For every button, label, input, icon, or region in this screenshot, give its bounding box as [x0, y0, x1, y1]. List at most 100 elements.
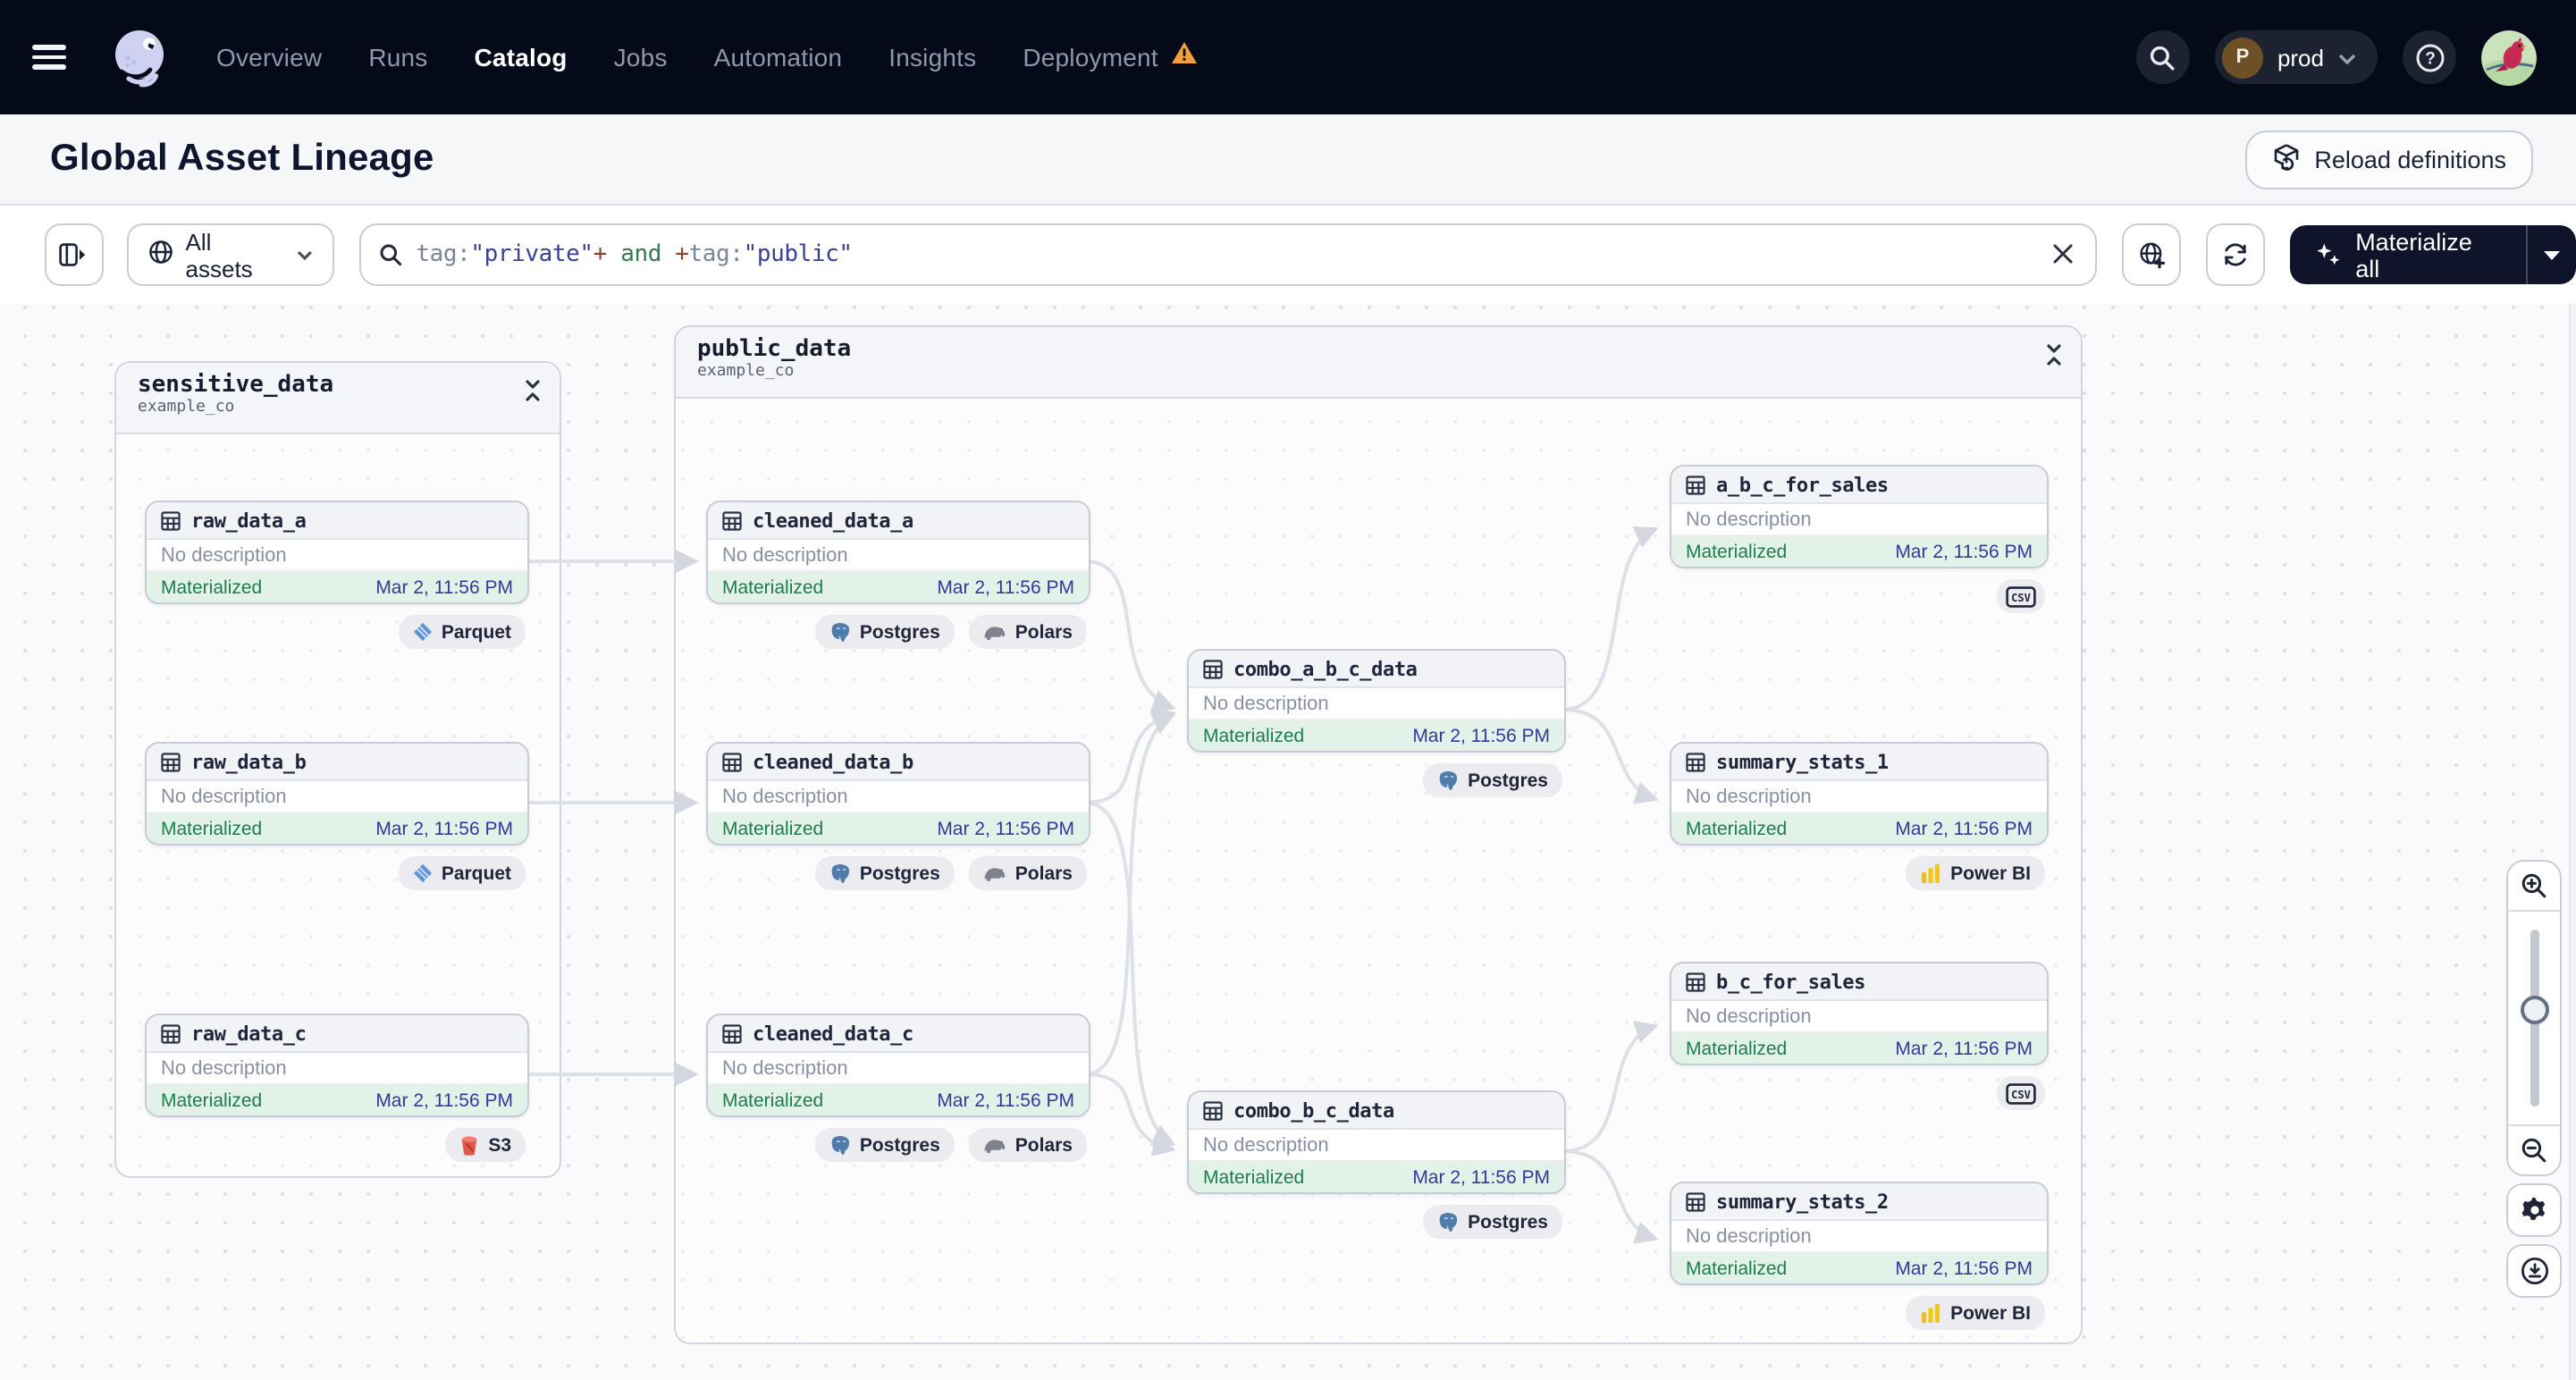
nav-item-overview[interactable]: Overview — [216, 43, 322, 72]
kind-tag-s3[interactable]: S3 — [445, 1128, 526, 1162]
status-badge: Materialized — [1686, 1038, 1788, 1059]
close-icon[interactable] — [2049, 240, 2077, 269]
asset-node-raw-data-a[interactable]: raw_data_a No description Materialized Ma… — [145, 501, 529, 604]
asset-node-a-b-c-for-sales[interactable]: a_b_c_for_sales No description Materiali… — [1670, 465, 2049, 568]
chevron-down-icon — [2338, 41, 2356, 73]
settings-button[interactable] — [2506, 1183, 2562, 1237]
help-icon[interactable]: ? — [2403, 30, 2456, 84]
kind-tag-postgres[interactable]: Postgres — [814, 1128, 955, 1162]
zoom-in-button[interactable] — [2508, 862, 2560, 912]
refresh-button[interactable] — [2205, 223, 2265, 286]
zoom-out-button[interactable] — [2508, 1124, 2560, 1174]
kind-tag-power-bi[interactable]: Power BI — [1906, 1296, 2045, 1330]
reload-definitions-label: Reload definitions — [2314, 146, 2506, 172]
nav-right: P prod ? — [2135, 29, 2537, 85]
canvas-scrollbar[interactable] — [2569, 304, 2576, 1380]
status-badge: Materialized — [161, 818, 263, 839]
asset-node-summary-stats-2[interactable]: summary_stats_2 No description Materiali… — [1670, 1182, 2049, 1285]
page-title: Global Asset Lineage — [50, 138, 434, 179]
nav-links: Overview Runs Catalog Jobs Automation In… — [216, 41, 1198, 73]
asset-node-cleaned-data-c[interactable]: cleaned_data_c No description Materializ… — [706, 1014, 1090, 1117]
nav-item-runs[interactable]: Runs — [368, 43, 427, 72]
kind-tag-polars[interactable]: Polars — [968, 615, 1087, 649]
s3-icon — [462, 1135, 477, 1155]
status-badge: Materialized — [722, 576, 824, 598]
kind-tag-postgres[interactable]: Postgres — [1423, 763, 1562, 797]
asset-search-input[interactable]: tag:"private"+ and +tag:"public" — [358, 223, 2098, 286]
globe-add-button[interactable] — [2122, 223, 2181, 286]
postgres-icon — [1439, 1212, 1458, 1232]
dagster-logo[interactable] — [105, 23, 173, 91]
hamburger-icon[interactable] — [32, 45, 66, 70]
table-icon — [161, 752, 181, 771]
table-icon — [1686, 972, 1705, 991]
asset-node-raw-data-b[interactable]: raw_data_b No description Materialized Ma… — [145, 742, 529, 846]
table-icon — [722, 752, 742, 771]
kind-tag-postgres[interactable]: Postgres — [1423, 1205, 1562, 1239]
kind-tag-postgres[interactable]: Postgres — [814, 615, 955, 649]
materialize-all-split-button: Materialize all — [2289, 225, 2576, 284]
status-badge: Materialized — [161, 576, 263, 598]
asset-node-raw-data-c[interactable]: raw_data_c No description Materialized Ma… — [145, 1014, 529, 1117]
kind-tag-postgres[interactable]: Postgres — [814, 856, 955, 890]
warning-triangle-icon — [1171, 41, 1198, 73]
parquet-icon — [413, 622, 432, 642]
power-bi-icon — [1922, 1302, 1940, 1322]
kind-tags: Power BI — [1670, 1296, 2045, 1330]
zoom-slider-handle[interactable] — [2520, 995, 2548, 1024]
kind-tag-csv[interactable]: CSV — [1997, 579, 2045, 613]
zoom-out-icon — [2521, 1138, 2547, 1163]
caret-down-icon — [2544, 250, 2561, 259]
table-icon — [722, 1023, 742, 1043]
nav-item-insights[interactable]: Insights — [888, 43, 976, 72]
svg-text:?: ? — [2424, 49, 2435, 68]
download-button[interactable] — [2506, 1244, 2562, 1298]
materialize-all-button[interactable]: Materialize all — [2290, 228, 2527, 282]
nav-item-automation[interactable]: Automation — [714, 43, 843, 72]
status-badge: Materialized — [1686, 541, 1788, 562]
nav-item-jobs[interactable]: Jobs — [614, 43, 668, 72]
nav-item-catalog[interactable]: Catalog — [475, 43, 568, 72]
user-avatar[interactable] — [2481, 29, 2537, 85]
zoom-in-icon — [2521, 873, 2547, 898]
asset-description: No description — [1671, 1001, 2047, 1033]
svg-text:CSV: CSV — [2011, 591, 2031, 603]
asset-node-summary-stats-1[interactable]: summary_stats_1 No description Materiali… — [1670, 742, 2049, 846]
page-header: Global Asset Lineage Reload definitions — [0, 114, 2576, 206]
kind-tag-parquet[interactable]: Parquet — [398, 856, 526, 890]
kind-tags: Postgres Polars — [706, 1128, 1087, 1162]
zoom-slider[interactable] — [2508, 912, 2560, 1124]
search-icon[interactable] — [2135, 30, 2190, 84]
table-icon — [1686, 475, 1705, 494]
reload-definitions-button[interactable]: Reload definitions — [2244, 130, 2533, 189]
asset-timestamp: Mar 2, 11:56 PM — [1895, 818, 2033, 839]
asset-node-cleaned-data-b[interactable]: cleaned_data_b No description Materializ… — [706, 742, 1090, 846]
asset-node-combo-b-c-data[interactable]: combo_b_c_data No description Materializ… — [1187, 1090, 1566, 1194]
kind-tag-polars[interactable]: Polars — [968, 856, 1087, 890]
asset-node-b-c-for-sales[interactable]: b_c_for_sales No description Materialize… — [1670, 962, 2049, 1065]
lineage-canvas[interactable]: sensitive_data example_co public_data ex… — [0, 304, 2576, 1380]
kind-tag-polars[interactable]: Polars — [968, 1128, 1087, 1162]
deployment-switcher[interactable]: P prod — [2214, 30, 2378, 84]
sidebar-toggle-button[interactable] — [45, 223, 104, 286]
status-badge: Materialized — [1686, 818, 1788, 839]
materialize-options-caret[interactable] — [2529, 249, 2576, 260]
kind-tags: Postgres — [1187, 1205, 1562, 1239]
kind-tags: Parquet — [145, 615, 526, 649]
status-badge: Materialized — [161, 1090, 263, 1111]
asset-timestamp: Mar 2, 11:56 PM — [1412, 725, 1550, 746]
asset-node-cleaned-data-a[interactable]: cleaned_data_a No description Materializ… — [706, 501, 1090, 604]
asset-scope-dropdown[interactable]: All assets — [126, 223, 334, 286]
parquet-icon — [413, 863, 432, 883]
kind-tag-power-bi[interactable]: Power BI — [1906, 856, 2045, 890]
table-icon — [1686, 1191, 1705, 1211]
nav-item-deployment[interactable]: Deployment — [1023, 41, 1197, 73]
asset-timestamp: Mar 2, 11:56 PM — [937, 818, 1074, 839]
kind-tags: Postgres Polars — [706, 615, 1087, 649]
kind-tag-csv[interactable]: CSV — [1997, 1076, 2045, 1110]
csv-icon: CSV — [2006, 585, 2036, 607]
asset-description: No description — [1671, 781, 2047, 813]
kind-tag-parquet[interactable]: Parquet — [398, 615, 526, 649]
asset-node-combo-a-b-c-data[interactable]: combo_a_b_c_data No description Material… — [1187, 649, 1566, 753]
asset-description: No description — [1671, 1221, 2047, 1253]
